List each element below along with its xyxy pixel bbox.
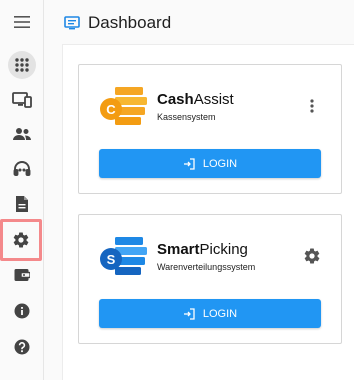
hamburger-menu-button[interactable] bbox=[4, 4, 40, 40]
app-name: SmartPicking bbox=[157, 241, 248, 258]
card-settings-button[interactable] bbox=[303, 247, 321, 265]
app-subtitle: Warenverteilungssystem bbox=[157, 262, 256, 272]
dashboard-icon bbox=[64, 16, 80, 30]
cashassist-logo: C bbox=[100, 87, 147, 125]
sidebar-item-support[interactable] bbox=[4, 151, 40, 187]
hamburger-icon bbox=[14, 16, 30, 28]
gear-icon bbox=[13, 232, 29, 248]
sidebar-item-documents[interactable] bbox=[4, 186, 40, 222]
app-card-cashassist: C CashAssist Kassensystem LOGIN bbox=[78, 64, 342, 194]
page-header: Dashboard bbox=[64, 12, 171, 34]
login-button-label: LOGIN bbox=[202, 157, 238, 170]
smartpicking-logo: S bbox=[100, 237, 147, 275]
login-button[interactable]: LOGIN bbox=[99, 299, 321, 328]
sidebar-item-users[interactable] bbox=[4, 116, 40, 152]
sidebar-item-settings[interactable] bbox=[0, 219, 42, 261]
sidebar-item-help[interactable] bbox=[4, 329, 40, 365]
sidebar-item-apps[interactable] bbox=[8, 51, 36, 79]
sidebar bbox=[0, 0, 44, 380]
app-name: CashAssist bbox=[157, 91, 234, 108]
gear-icon bbox=[304, 248, 320, 264]
apps-grid-icon bbox=[15, 58, 29, 72]
login-button-label: LOGIN bbox=[202, 307, 238, 320]
headset-icon bbox=[13, 161, 31, 176]
document-icon bbox=[16, 196, 28, 212]
sidebar-item-info[interactable] bbox=[4, 293, 40, 329]
card-menu-button[interactable] bbox=[303, 97, 321, 115]
devices-icon bbox=[12, 92, 32, 108]
smartpicking-logo-letter: S bbox=[107, 252, 116, 267]
help-icon bbox=[14, 339, 30, 355]
sidebar-item-wallet[interactable] bbox=[4, 257, 40, 293]
login-icon bbox=[183, 307, 195, 320]
app-subtitle: Kassensystem bbox=[157, 112, 216, 122]
sidebar-item-devices[interactable] bbox=[4, 82, 40, 118]
info-icon bbox=[14, 303, 30, 319]
people-icon bbox=[13, 128, 31, 140]
login-button[interactable]: LOGIN bbox=[99, 149, 321, 178]
cashassist-logo-letter: C bbox=[106, 102, 116, 117]
app-card-smartpicking: S SmartPicking Warenverteilungssystem LO… bbox=[78, 214, 342, 344]
login-icon bbox=[183, 157, 195, 170]
more-vert-icon bbox=[310, 99, 314, 113]
page-title: Dashboard bbox=[88, 13, 172, 32]
wallet-icon bbox=[14, 269, 30, 281]
